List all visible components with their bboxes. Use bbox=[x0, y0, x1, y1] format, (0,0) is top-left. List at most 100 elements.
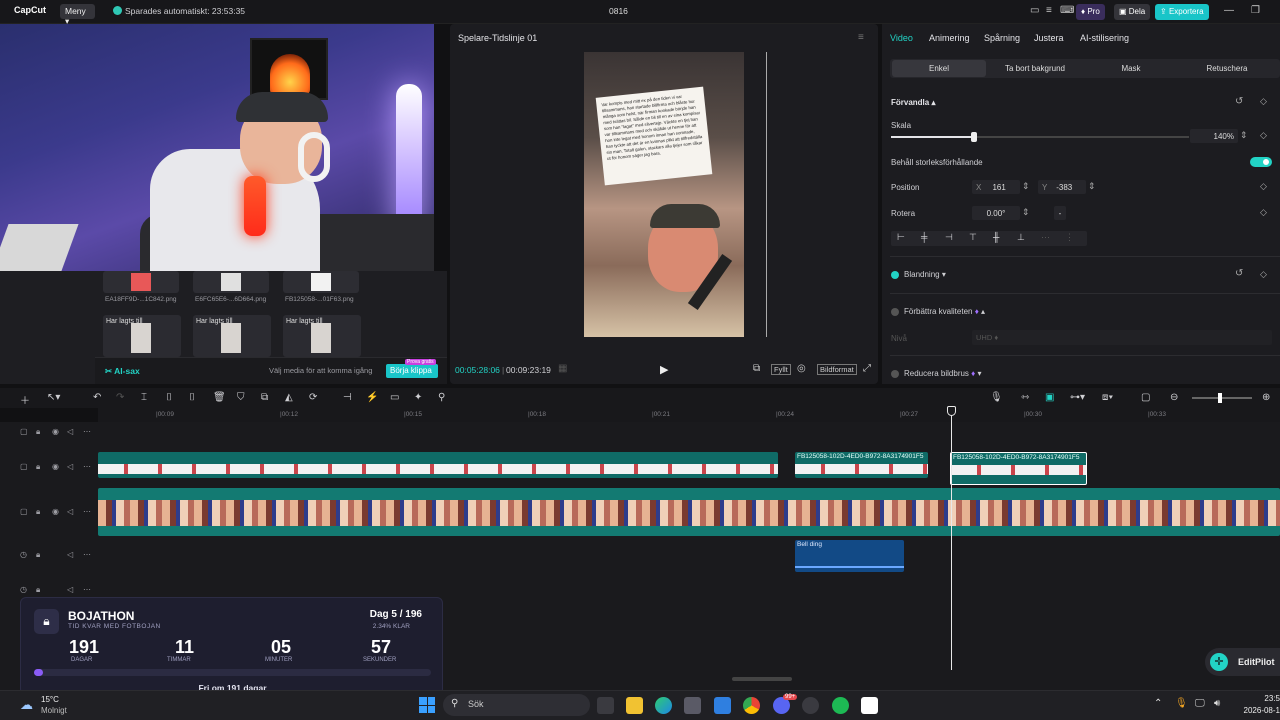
taskbar-search[interactable]: ⚲ Sök bbox=[443, 694, 590, 716]
share-button[interactable]: ▣ Dela bbox=[1114, 4, 1151, 20]
select-tool-icon[interactable]: ↖▾ bbox=[47, 392, 60, 403]
edge-icon[interactable] bbox=[655, 697, 672, 714]
stepper-icon[interactable]: ⇕ bbox=[1088, 181, 1096, 192]
align-bottom-icon[interactable]: ⊥ bbox=[1017, 232, 1025, 243]
keep-aspect-toggle[interactable] bbox=[1250, 157, 1272, 167]
tab-animation[interactable]: Animering bbox=[929, 33, 970, 43]
align-middle-icon[interactable]: ╫ bbox=[993, 232, 999, 242]
overlay-clip[interactable]: FB125058-102D-4ED0-B972-8A3174901F5 bbox=[795, 452, 928, 478]
align-top-icon[interactable]: ⊤ bbox=[969, 232, 977, 243]
tab-video[interactable]: Video bbox=[890, 33, 913, 43]
link-icon[interactable]: ⇿ bbox=[1021, 392, 1029, 403]
windows-start-icon[interactable] bbox=[419, 697, 435, 713]
timecode-grid-icon[interactable]: ▦ bbox=[558, 363, 567, 374]
volume-icon[interactable]: 🔊︎ bbox=[1214, 698, 1220, 709]
tray-chevron-icon[interactable]: ⌃ bbox=[1154, 698, 1162, 709]
blend-label[interactable]: Blandning ▾ bbox=[904, 270, 946, 279]
magnet-icon[interactable]: ▣ bbox=[1045, 392, 1054, 403]
aspect-ratio-button[interactable]: Bildformat bbox=[817, 364, 857, 375]
tab-ai-style[interactable]: AI-stilisering bbox=[1080, 33, 1129, 43]
wand-icon[interactable]: ✦ bbox=[414, 392, 422, 403]
align-left-icon[interactable]: ⊢ bbox=[897, 232, 905, 243]
zoom-in-icon[interactable]: ⊕ bbox=[1262, 392, 1270, 403]
rotate-reset-button[interactable]: - bbox=[1054, 206, 1066, 220]
panel-menu-icon[interactable]: ≡ bbox=[858, 32, 864, 43]
restore-icon[interactable]: ❐ bbox=[1251, 5, 1260, 16]
crop-icon[interactable]: ⧉ bbox=[261, 392, 268, 403]
zoom-slider[interactable] bbox=[1192, 393, 1252, 403]
editpilot-button[interactable]: ✛ EditPilot bbox=[1205, 648, 1280, 676]
rotate-value[interactable]: 0.00° bbox=[972, 206, 1020, 220]
layout-icon[interactable]: ▭ bbox=[1030, 5, 1039, 16]
snapshot-icon[interactable]: ◎ bbox=[797, 363, 806, 374]
magic-icon[interactable]: ⚡ bbox=[366, 392, 378, 403]
preview-axis-icon[interactable]: ⧈▾ bbox=[1102, 392, 1113, 403]
zoom-out-icon[interactable]: ⊖ bbox=[1170, 392, 1178, 403]
stepper-icon[interactable]: ⇕ bbox=[1022, 181, 1030, 192]
delete-icon[interactable]: 🗑 bbox=[213, 392, 226, 403]
preview-canvas[interactable]: Var kompis med mitt ex på den tiden vi v… bbox=[584, 52, 744, 337]
app-icon[interactable] bbox=[802, 697, 819, 714]
freeze-icon[interactable]: ⊣ bbox=[343, 392, 352, 403]
align-center-icon[interactable]: ╪ bbox=[921, 232, 927, 242]
distribute-v-icon[interactable]: ⋮ bbox=[1065, 232, 1074, 243]
zoom-handle[interactable] bbox=[1218, 393, 1222, 403]
playhead[interactable] bbox=[947, 406, 956, 670]
media-thumb[interactable] bbox=[283, 271, 359, 293]
split-left-icon[interactable]: ⌷ bbox=[166, 392, 172, 403]
distribute-h-icon[interactable]: ⋯ bbox=[1041, 232, 1050, 243]
main-video-clip[interactable] bbox=[98, 488, 1280, 536]
media-added-item[interactable]: Har lagts till bbox=[103, 315, 181, 357]
fit-button[interactable]: Fyllt bbox=[771, 364, 791, 375]
enhance-checkbox[interactable] bbox=[891, 308, 899, 316]
shield-icon[interactable]: ⛉ bbox=[237, 392, 245, 403]
undo-icon[interactable]: ↶ bbox=[93, 392, 101, 403]
spotify-icon[interactable] bbox=[832, 697, 849, 714]
scale-slider[interactable] bbox=[891, 132, 1189, 142]
position-x-field[interactable]: X 161 bbox=[972, 180, 1020, 194]
stepper-icon[interactable]: ⇕ bbox=[1240, 130, 1248, 141]
mail-icon[interactable] bbox=[714, 697, 731, 714]
keyframe-icon[interactable]: ◇ bbox=[1260, 181, 1267, 192]
fullscreen-icon[interactable]: ⤢ bbox=[863, 363, 871, 374]
level-select[interactable]: UHD ♦ bbox=[972, 330, 1272, 345]
redo-icon[interactable]: ↷ bbox=[116, 392, 124, 403]
subtab-mask[interactable]: Mask bbox=[1084, 60, 1178, 77]
minimize-icon[interactable]: — bbox=[1224, 5, 1234, 16]
chain-icon[interactable]: ⊶▾ bbox=[1070, 392, 1085, 403]
comment-icon[interactable]: ▢ bbox=[1141, 392, 1150, 403]
rotate-icon[interactable]: ⟳ bbox=[309, 392, 317, 403]
start-editing-button[interactable]: Börja klippa bbox=[386, 364, 438, 378]
person-icon[interactable]: ⚲ bbox=[438, 392, 445, 403]
subtab-remove-bg[interactable]: Ta bort bakgrund bbox=[988, 60, 1082, 77]
shortcut-icon[interactable]: ⌨ bbox=[1060, 5, 1074, 16]
keyframe-icon[interactable]: ◇ bbox=[1260, 207, 1267, 218]
position-y-field[interactable]: Y -383 bbox=[1038, 180, 1086, 194]
split-right-icon[interactable]: ⌷ bbox=[189, 392, 195, 403]
add-track-icon[interactable]: ＋ bbox=[20, 392, 30, 407]
denoise-checkbox[interactable] bbox=[891, 370, 899, 378]
subtab-retouch[interactable]: Retuschera bbox=[1180, 60, 1274, 77]
keyframe-icon[interactable]: ◇ bbox=[1260, 130, 1267, 141]
scale-slider-handle[interactable] bbox=[971, 132, 978, 142]
task-view-icon[interactable] bbox=[597, 697, 614, 714]
overlay-clip-selected[interactable]: FB125058-102D-4ED0-B972-8A3174901F5 bbox=[950, 452, 1087, 485]
microphone-icon[interactable]: 🎙 bbox=[990, 392, 1003, 403]
media-thumb[interactable] bbox=[193, 271, 269, 293]
caption-icon[interactable]: ▭ bbox=[390, 392, 399, 403]
reset-icon[interactable]: ↺ bbox=[1235, 268, 1243, 279]
play-button[interactable]: ▶ bbox=[660, 363, 668, 376]
mirror-icon[interactable]: ◭ bbox=[285, 392, 293, 403]
layout-menu-icon[interactable]: ≡ bbox=[1046, 5, 1052, 16]
stepper-icon[interactable]: ⇕ bbox=[1022, 207, 1030, 218]
capcut-icon[interactable] bbox=[861, 697, 878, 714]
file-explorer-icon[interactable] bbox=[626, 697, 643, 714]
pro-button[interactable]: ♦ Pro bbox=[1076, 4, 1105, 20]
denoise-label[interactable]: Reducera bildbrus ♦ ▾ bbox=[904, 369, 982, 378]
keyframe-icon[interactable]: ◇ bbox=[1260, 269, 1267, 280]
transform-section-title[interactable]: Förvandla ▴ bbox=[891, 98, 935, 107]
enhance-label[interactable]: Förbättra kvaliteten ♦ ▴ bbox=[904, 307, 985, 316]
tab-tracking[interactable]: Spårning bbox=[984, 33, 1020, 43]
chrome-icon[interactable] bbox=[743, 697, 760, 714]
overlay-clip[interactable] bbox=[98, 452, 778, 478]
